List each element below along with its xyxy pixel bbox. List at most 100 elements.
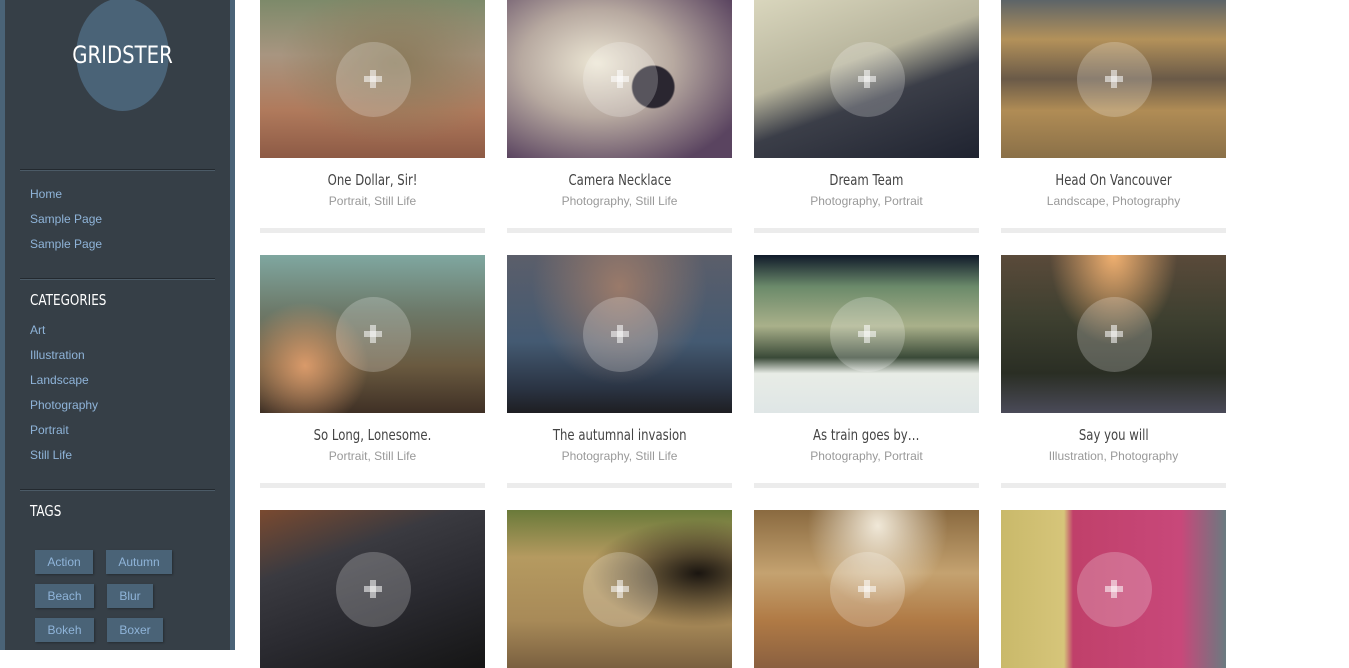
post-thumbnail[interactable] (754, 255, 979, 413)
post-title-text: Head On Vancouver (1055, 171, 1172, 189)
plus-icon (857, 580, 876, 598)
post-category-link[interactable]: Portrait (329, 449, 368, 463)
post-category-link[interactable]: Photography (562, 194, 629, 208)
post-category-link[interactable]: Photography (1112, 194, 1180, 208)
post-category-link[interactable]: Portrait (884, 449, 923, 463)
post-title[interactable]: The autumnal invasion (507, 426, 732, 444)
plus-icon (1104, 70, 1123, 88)
plus-icon (363, 580, 382, 598)
tags-heading: TAGS (30, 502, 62, 520)
sidebar-divider (20, 278, 215, 280)
tag-beach[interactable]: Beach (35, 584, 94, 608)
post-card: Dream Team Photography, Portrait (754, 0, 979, 233)
post-title-text: Say you will (1078, 426, 1149, 444)
post-title-text: Camera Necklace (568, 171, 671, 189)
category-link-illustration[interactable]: Illustration (30, 348, 85, 362)
category-link-art[interactable]: Art (30, 323, 45, 337)
tag-action[interactable]: Action (35, 550, 93, 574)
post-category-link[interactable]: Still Life (635, 449, 677, 463)
post-thumbnail[interactable] (1001, 255, 1226, 413)
post-categories: Illustration, Photography (1001, 449, 1226, 463)
post-title[interactable]: One Dollar, Sir! (260, 171, 485, 189)
post-category-link[interactable]: Still Life (635, 194, 677, 208)
post-category-link[interactable]: Portrait (329, 194, 368, 208)
post-card (260, 510, 485, 668)
post-thumbnail[interactable] (260, 0, 485, 158)
post-thumbnail[interactable] (1001, 0, 1226, 158)
post-title[interactable]: Head On Vancouver (1001, 171, 1226, 189)
post-thumbnail[interactable] (260, 510, 485, 668)
post-title[interactable]: Camera Necklace (507, 171, 732, 189)
nav-link-home[interactable]: Home (30, 187, 62, 201)
post-categories: Portrait, Still Life (260, 449, 485, 463)
post-card (507, 510, 732, 668)
post-card: The autumnal invasion Photography, Still … (507, 255, 732, 488)
sidebar: GRIDSTER Home Sample Page Sample Page CA… (0, 0, 235, 650)
logo-text: GRIDSTER (72, 40, 173, 69)
post-thumbnail[interactable] (507, 510, 732, 668)
post-card (754, 510, 979, 668)
post-title-text: Dream Team (829, 171, 904, 189)
tag-blur[interactable]: Blur (107, 584, 153, 608)
post-card (1001, 510, 1226, 668)
post-category-link[interactable]: Illustration (1049, 449, 1104, 463)
post-category-link[interactable]: Still Life (374, 194, 416, 208)
card-bottom-bar (1001, 483, 1226, 488)
post-card: As train goes by… Photography, Portrait (754, 255, 979, 488)
post-thumbnail[interactable] (260, 255, 485, 413)
post-title[interactable]: So Long, Lonesome. (260, 426, 485, 444)
post-categories: Landscape, Photography (1001, 194, 1226, 208)
sidebar-divider (20, 169, 215, 171)
card-bottom-bar (260, 483, 485, 488)
post-category-link[interactable]: Photography (810, 449, 877, 463)
post-category-link[interactable]: Portrait (884, 194, 923, 208)
card-bottom-bar (507, 483, 732, 488)
post-card: Camera Necklace Photography, Still Life (507, 0, 732, 233)
plus-icon (610, 580, 629, 598)
plus-icon (1104, 325, 1123, 343)
post-thumbnail[interactable] (754, 510, 979, 668)
post-thumbnail[interactable] (507, 0, 732, 158)
category-link-portrait[interactable]: Portrait (30, 423, 69, 437)
tag-boxer[interactable]: Boxer (107, 618, 163, 642)
post-categories: Portrait, Still Life (260, 194, 485, 208)
plus-icon (857, 70, 876, 88)
nav-link-sample-page-2[interactable]: Sample Page (30, 237, 102, 251)
tag-autumn[interactable]: Autumn (106, 550, 172, 574)
post-title-text: One Dollar, Sir! (327, 171, 418, 189)
category-link-still-life[interactable]: Still Life (30, 448, 72, 462)
card-bottom-bar (754, 228, 979, 233)
post-category-link[interactable]: Photography (1110, 449, 1178, 463)
tag-bokeh[interactable]: Bokeh (35, 618, 94, 642)
card-bottom-bar (1001, 228, 1226, 233)
post-thumbnail[interactable] (1001, 510, 1226, 668)
plus-icon (363, 325, 382, 343)
post-category-link[interactable]: Landscape (1047, 194, 1106, 208)
post-thumbnail[interactable] (754, 0, 979, 158)
nav-link-sample-page-1[interactable]: Sample Page (30, 212, 102, 226)
plus-icon (857, 325, 876, 343)
post-title[interactable]: As train goes by… (754, 426, 979, 444)
category-link-landscape[interactable]: Landscape (30, 373, 89, 387)
site-logo[interactable]: GRIDSTER (72, 0, 173, 111)
card-bottom-bar (507, 228, 732, 233)
plus-icon (363, 70, 382, 88)
post-title[interactable]: Dream Team (754, 171, 979, 189)
post-categories: Photography, Portrait (754, 194, 979, 208)
card-bottom-bar (754, 483, 979, 488)
post-category-link[interactable]: Still Life (374, 449, 416, 463)
post-card: Head On Vancouver Landscape, Photography (1001, 0, 1226, 233)
categories-heading: CATEGORIES (30, 291, 107, 309)
post-category-link[interactable]: Photography (562, 449, 629, 463)
post-thumbnail[interactable] (507, 255, 732, 413)
post-title-text: The autumnal invasion (552, 426, 687, 444)
post-title[interactable]: Say you will (1001, 426, 1226, 444)
post-card: One Dollar, Sir! Portrait, Still Life (260, 0, 485, 233)
card-bottom-bar (260, 228, 485, 233)
post-title-text: So Long, Lonesome. (313, 426, 432, 444)
category-link-photography[interactable]: Photography (30, 398, 98, 412)
plus-icon (610, 325, 629, 343)
post-category-link[interactable]: Photography (810, 194, 877, 208)
sidebar-divider (20, 489, 215, 491)
post-card: So Long, Lonesome. Portrait, Still Life (260, 255, 485, 488)
